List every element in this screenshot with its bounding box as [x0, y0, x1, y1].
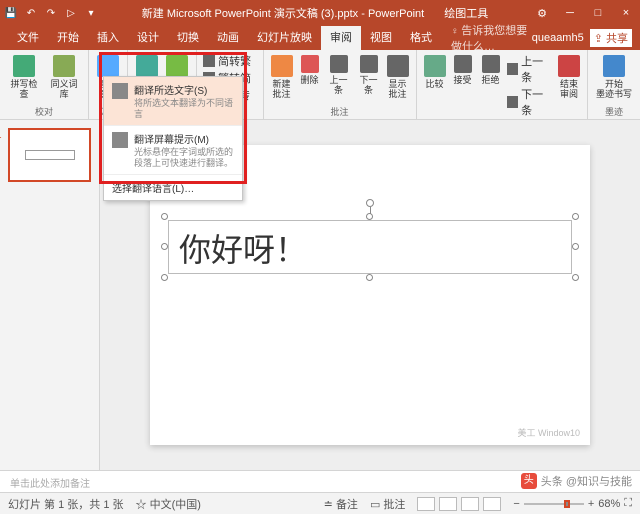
zoom-control[interactable]: −+ 68% ⛶: [513, 497, 632, 510]
reject-button[interactable]: 拒绝: [479, 53, 503, 87]
tab-transitions[interactable]: 切换: [168, 26, 208, 50]
undo-icon[interactable]: ↶: [24, 6, 38, 20]
resize-handle-tr[interactable]: [572, 213, 579, 220]
resize-handle-r[interactable]: [572, 243, 579, 250]
end-review-button[interactable]: 结束 审阅: [557, 53, 581, 101]
translate-screen-tip-item[interactable]: 翻译屏幕提示(M)光标悬停在字词或所选的段落上可快速进行翻译。: [104, 126, 242, 175]
tab-insert[interactable]: 插入: [88, 26, 128, 50]
simp-to-trad-button[interactable]: 简转繁: [203, 53, 256, 69]
group-ink: 开始 墨迹书写 墨迹: [588, 50, 640, 119]
minimize-icon[interactable]: ─: [560, 7, 580, 20]
image-watermark: 头 头条 @知识与技能: [521, 473, 632, 489]
language-indicator[interactable]: ☆ 中文(中国): [136, 496, 201, 512]
normal-view-icon[interactable]: [417, 497, 435, 511]
translate-selected-text-item[interactable]: 翻译所选文字(S)将所选文本翻译为不同语言: [104, 77, 242, 126]
fit-window-icon[interactable]: ⛶: [624, 497, 632, 510]
new-comment-button[interactable]: 新建 批注: [270, 53, 294, 101]
translate-dropdown: 翻译所选文字(S)将所选文本翻译为不同语言 翻译屏幕提示(M)光标悬停在字词或所…: [103, 76, 243, 201]
watermark-logo-icon: 头: [521, 473, 537, 489]
title-bar: 💾 ↶ ↷ ▷ ▾ 新建 Microsoft PowerPoint 演示文稿 (…: [0, 0, 640, 26]
tab-home[interactable]: 开始: [48, 26, 88, 50]
tab-view[interactable]: 视图: [361, 26, 401, 50]
reading-view-icon[interactable]: [461, 497, 479, 511]
resize-handle-b[interactable]: [366, 274, 373, 281]
close-icon[interactable]: ×: [616, 7, 636, 20]
compare-next-button[interactable]: 下一条: [507, 86, 553, 118]
slide-watermark: 美工 Window10: [517, 426, 580, 439]
tab-design[interactable]: 设计: [128, 26, 168, 50]
tab-file[interactable]: 文件: [8, 26, 48, 50]
tab-animations[interactable]: 动画: [208, 26, 248, 50]
slideshow-view-icon[interactable]: [483, 497, 501, 511]
resize-handle-l[interactable]: [161, 243, 168, 250]
resize-handle-br[interactable]: [572, 274, 579, 281]
show-comments-button[interactable]: 显示 批注: [386, 53, 410, 101]
translate-text-icon: [112, 83, 128, 99]
text-content[interactable]: 你好呀！: [169, 221, 571, 275]
tab-format[interactable]: 格式: [401, 26, 441, 50]
workspace: 1 你好呀！ 美工 Window10: [0, 120, 640, 470]
qat-more-icon[interactable]: ▾: [84, 6, 98, 20]
next-comment-button[interactable]: 下一条: [356, 53, 382, 97]
start-slideshow-icon[interactable]: ▷: [64, 6, 78, 20]
ribbon-tabs: 文件 开始 插入 设计 切换 动画 幻灯片放映 审阅 视图 格式 ♀ 告诉我您想…: [0, 26, 640, 50]
compare-button[interactable]: 比较: [423, 53, 447, 91]
ribbon-options-icon[interactable]: ⚙: [532, 7, 552, 20]
delete-comment-button[interactable]: 删除: [298, 53, 322, 87]
notes-toggle[interactable]: ≐ 备注: [324, 496, 358, 512]
comments-toggle[interactable]: ▭ 批注: [370, 496, 405, 512]
view-buttons: [417, 497, 501, 511]
resize-handle-tl[interactable]: [161, 213, 168, 220]
redo-icon[interactable]: ↷: [44, 6, 58, 20]
ribbon: 拼写检查 同义词库 校对 智能 查找 见解 翻译 语言 语言 简转繁 繁转简 简…: [0, 50, 640, 120]
group-proofing: 拼写检查 同义词库 校对: [0, 50, 89, 119]
contextual-tools-label: 绘图工具: [444, 5, 488, 21]
maximize-icon[interactable]: □: [588, 7, 608, 20]
slide-counter: 幻灯片 第 1 张，共 1 张: [8, 496, 124, 512]
thesaurus-button[interactable]: 同义词库: [46, 53, 82, 101]
status-bar: 幻灯片 第 1 张，共 1 张 ☆ 中文(中国) ≐ 备注 ▭ 批注 −+ 68…: [0, 492, 640, 514]
tab-slideshow[interactable]: 幻灯片放映: [248, 26, 321, 50]
slide-thumbnail-1[interactable]: [8, 128, 91, 182]
document-title: 新建 Microsoft PowerPoint 演示文稿 (3).pptx - …: [142, 5, 424, 21]
zoom-level[interactable]: 68%: [598, 498, 620, 510]
group-comments: 新建 批注 删除 上一条 下一条 显示 批注 批注: [264, 50, 417, 119]
spellcheck-button[interactable]: 拼写检查: [6, 53, 42, 101]
choose-translation-language-item[interactable]: 选择翻译语言(L)…: [104, 175, 242, 200]
slide-thumbnails-panel[interactable]: 1: [0, 120, 100, 470]
tab-review[interactable]: 审阅: [321, 26, 361, 50]
text-box[interactable]: 你好呀！: [168, 220, 572, 274]
group-compare: 比较 接受 拒绝 上一条 下一条 审阅窗格 结束 审阅 比较: [417, 50, 588, 119]
start-ink-button[interactable]: 开始 墨迹书写: [594, 53, 634, 101]
share-button[interactable]: ⇪ 共享: [590, 29, 632, 47]
sorter-view-icon[interactable]: [439, 497, 457, 511]
compare-prev-button[interactable]: 上一条: [507, 53, 553, 85]
thumbnail-number: 1: [0, 130, 2, 141]
prev-comment-button[interactable]: 上一条: [326, 53, 352, 97]
rotate-handle[interactable]: [366, 199, 374, 207]
accept-button[interactable]: 接受: [451, 53, 475, 87]
quick-access-toolbar: 💾 ↶ ↷ ▷ ▾: [4, 6, 98, 20]
translate-tip-icon: [112, 132, 128, 148]
save-icon[interactable]: 💾: [4, 6, 18, 20]
resize-handle-bl[interactable]: [161, 274, 168, 281]
user-name[interactable]: queaamh5: [532, 32, 584, 44]
